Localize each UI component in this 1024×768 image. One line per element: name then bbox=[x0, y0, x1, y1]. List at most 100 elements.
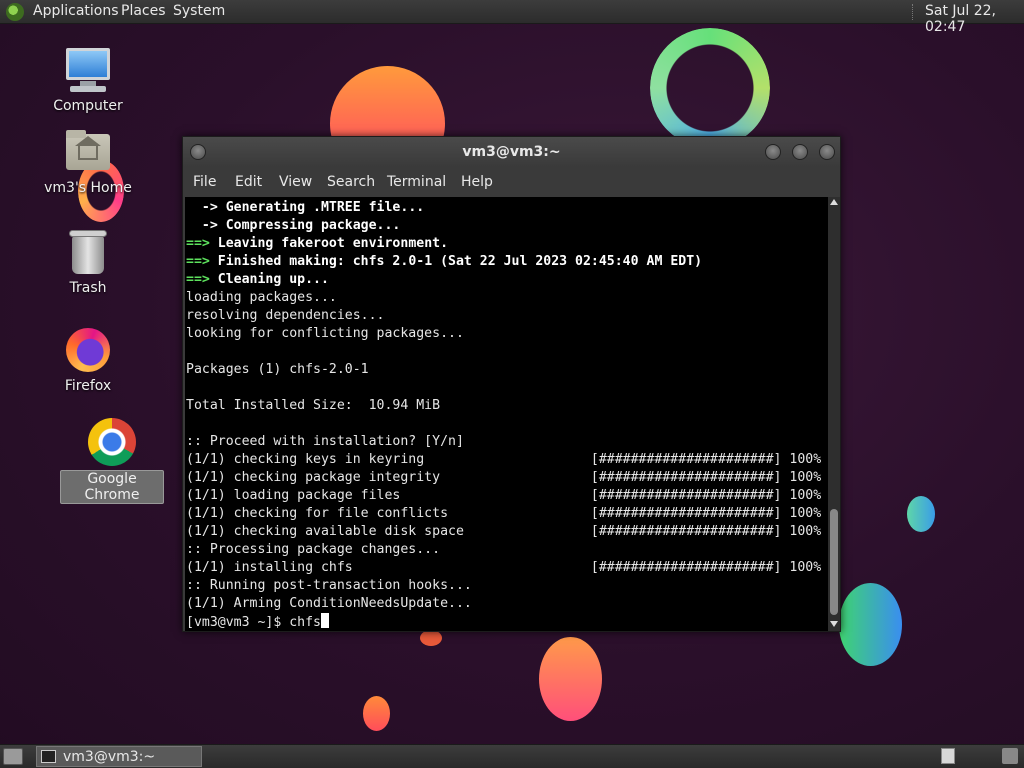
terminal-line-text: Generating .MTREE file... bbox=[225, 200, 425, 215]
menu-file[interactable]: File bbox=[193, 174, 216, 190]
app-menu-logo-icon[interactable] bbox=[6, 3, 24, 21]
terminal-line: ==> Cleaning up... bbox=[186, 271, 821, 289]
terminal-line-text: Compressing package... bbox=[225, 218, 401, 233]
wallpaper-small-orange-ellipse bbox=[363, 696, 390, 731]
wallpaper-bluegreen-ellipse bbox=[839, 583, 902, 666]
menu-help[interactable]: Help bbox=[461, 174, 493, 190]
menu-search[interactable]: Search bbox=[327, 174, 375, 190]
terminal-line: (1/1) loading package files [###########… bbox=[186, 487, 821, 505]
menu-edit[interactable]: Edit bbox=[235, 174, 262, 190]
terminal-line: (1/1) installing chfs [#################… bbox=[186, 559, 821, 577]
terminal-line: :: Running post-transaction hooks... bbox=[186, 577, 821, 595]
desktop-icon-label: Trash bbox=[69, 280, 107, 296]
terminal-line: loading packages... bbox=[186, 289, 821, 307]
terminal-line-text: :: Proceed with installation? [Y/n] bbox=[186, 434, 464, 449]
terminal-line-text: looking for conflicting packages... bbox=[186, 326, 464, 341]
terminal-line-text: (1/1) checking keys in keyring [########… bbox=[186, 452, 822, 467]
panel-separator bbox=[912, 4, 914, 20]
desktop-icon-firefox[interactable]: Firefox bbox=[38, 326, 138, 394]
terminal-line: Total Installed Size: 10.94 MiB bbox=[186, 397, 821, 415]
terminal-line: -> Generating .MTREE file... bbox=[186, 199, 821, 217]
menu-system[interactable]: System bbox=[173, 3, 225, 19]
text-cursor bbox=[320, 613, 329, 628]
terminal-line-text: (1/1) Arming ConditionNeedsUpdate... bbox=[186, 596, 472, 611]
wallpaper-green-ring bbox=[650, 28, 770, 148]
trash-icon bbox=[64, 228, 112, 276]
close-button[interactable] bbox=[819, 144, 835, 160]
menu-view[interactable]: View bbox=[279, 174, 312, 190]
terminal-line: (1/1) Arming ConditionNeedsUpdate... bbox=[186, 595, 821, 613]
trash-applet-icon[interactable] bbox=[1002, 748, 1018, 764]
terminal-input[interactable]: chfs bbox=[289, 615, 321, 630]
terminal-line: :: Proceed with installation? [Y/n] bbox=[186, 433, 821, 451]
terminal-line-prefix: ==> bbox=[186, 272, 218, 287]
desktop-icon-trash[interactable]: Trash bbox=[38, 228, 138, 296]
menu-places[interactable]: Places bbox=[121, 3, 166, 19]
menu-terminal[interactable]: Terminal bbox=[387, 174, 446, 190]
terminal-line-text: Finished making: chfs 2.0-1 (Sat 22 Jul … bbox=[217, 254, 703, 269]
terminal-line-prefix: -> bbox=[186, 218, 226, 233]
terminal-line-text: (1/1) loading package files [###########… bbox=[186, 488, 822, 503]
terminal-line-text: (1/1) installing chfs [#################… bbox=[186, 560, 822, 575]
terminal-lines: -> Generating .MTREE file... -> Compress… bbox=[186, 199, 821, 631]
chrome-icon bbox=[88, 418, 136, 466]
terminal-line: -> Compressing package... bbox=[186, 217, 821, 235]
terminal-line-prefix: ==> bbox=[186, 236, 218, 251]
bottom-panel: vm3@vm3:~ bbox=[0, 744, 1024, 768]
taskbar-item-label: vm3@vm3:~ bbox=[63, 749, 156, 765]
desktop-icon-label: Firefox bbox=[64, 378, 112, 394]
terminal-line-text: Leaving fakeroot environment. bbox=[217, 236, 449, 251]
desktop-icon-computer[interactable]: Computer bbox=[38, 46, 138, 114]
terminal-line: (1/1) checking package integrity [######… bbox=[186, 469, 821, 487]
desktop-icon-home[interactable]: vm3's Home bbox=[38, 128, 138, 196]
minimize-button[interactable] bbox=[765, 144, 781, 160]
firefox-icon bbox=[64, 326, 112, 374]
terminal-line-text: (1/1) checking for file conflicts [#####… bbox=[186, 506, 822, 521]
workspace-switcher[interactable] bbox=[941, 748, 955, 764]
terminal-line: (1/1) checking for file conflicts [#####… bbox=[186, 505, 821, 523]
wallpaper-mini-ellipse bbox=[420, 630, 442, 646]
terminal-line-text: resolving dependencies... bbox=[186, 308, 385, 323]
terminal-menubar: File Edit View Search Terminal Help bbox=[183, 167, 840, 197]
terminal-line-prefix: ==> bbox=[186, 254, 218, 269]
desktop-icon-label: Google Chrome bbox=[60, 470, 164, 504]
home-folder-icon bbox=[64, 128, 112, 176]
wallpaper-teal-ellipse bbox=[907, 496, 935, 532]
scroll-thumb[interactable] bbox=[830, 509, 838, 615]
terminal-line: (1/1) checking available disk space [###… bbox=[186, 523, 821, 541]
window-titlebar[interactable]: vm3@vm3:~ bbox=[183, 137, 840, 167]
terminal-window[interactable]: vm3@vm3:~ File Edit View Search Terminal… bbox=[182, 136, 841, 632]
desktop-icon-chrome[interactable]: Google Chrome bbox=[60, 418, 164, 504]
terminal-scrollbar[interactable] bbox=[828, 197, 840, 631]
desktop-icon-label: vm3's Home bbox=[44, 180, 132, 196]
terminal-line-prefix: -> bbox=[186, 200, 226, 215]
maximize-button[interactable] bbox=[792, 144, 808, 160]
terminal-line: :: Processing package changes... bbox=[186, 541, 821, 559]
terminal-line-text: (1/1) checking package integrity [######… bbox=[186, 470, 822, 485]
terminal-line: looking for conflicting packages... bbox=[186, 325, 821, 343]
window-title: vm3@vm3:~ bbox=[462, 144, 561, 160]
computer-icon bbox=[64, 46, 112, 94]
wallpaper-pink-ellipse bbox=[539, 637, 602, 721]
terminal-line-text: (1/1) checking available disk space [###… bbox=[186, 524, 822, 539]
terminal-line: resolving dependencies... bbox=[186, 307, 821, 325]
scroll-down-arrow-icon[interactable] bbox=[830, 621, 838, 627]
taskbar-item-terminal[interactable]: vm3@vm3:~ bbox=[36, 746, 202, 767]
menu-applications[interactable]: Applications bbox=[33, 3, 119, 19]
terminal-output[interactable]: -> Generating .MTREE file... -> Compress… bbox=[185, 197, 828, 631]
terminal-line-text: Total Installed Size: 10.94 MiB bbox=[186, 398, 441, 413]
terminal-line: (1/1) checking keys in keyring [########… bbox=[186, 451, 821, 469]
terminal-line-text: :: Processing package changes... bbox=[186, 542, 441, 557]
desktop-icon-label: Computer bbox=[53, 98, 123, 114]
terminal-prompt: [vm3@vm3 ~]$ bbox=[186, 615, 290, 630]
show-desktop-icon[interactable] bbox=[3, 748, 23, 765]
scroll-up-arrow-icon[interactable] bbox=[830, 199, 838, 205]
terminal-line: ==> Leaving fakeroot environment. bbox=[186, 235, 821, 253]
terminal-prompt-line[interactable]: [vm3@vm3 ~]$ chfs bbox=[186, 613, 821, 631]
clock[interactable]: Sat Jul 22, 02:47 bbox=[925, 3, 1024, 35]
terminal-line: Packages (1) chfs-2.0-1 bbox=[186, 361, 821, 379]
terminal-line-text: Packages (1) chfs-2.0-1 bbox=[186, 362, 369, 377]
